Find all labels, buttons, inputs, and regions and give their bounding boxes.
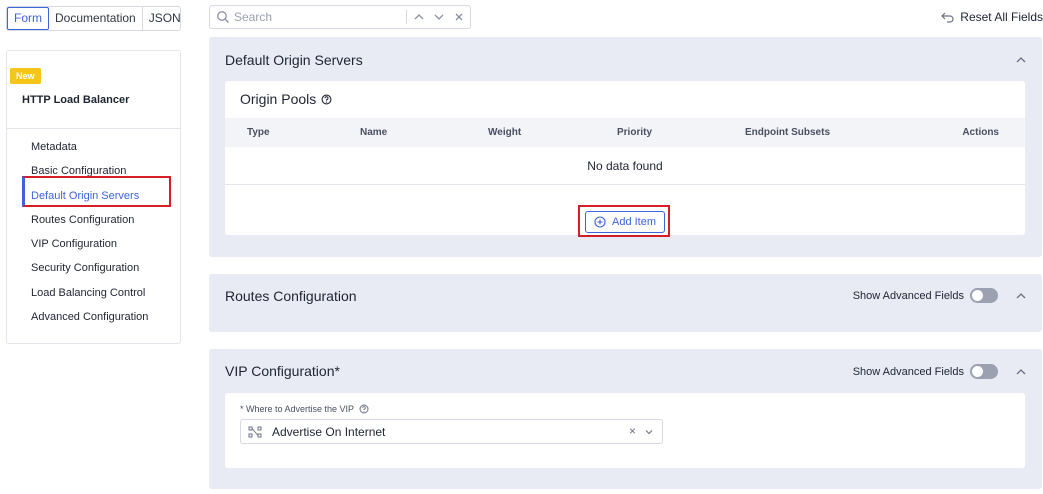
collapse-chevron-icon[interactable] [1014, 365, 1028, 379]
sidebar-divider [7, 128, 180, 129]
field-label: * Where to Advertise the VIP [240, 404, 369, 414]
search-clear-button[interactable] [451, 9, 467, 25]
show-advanced-fields-label: Show Advanced Fields [852, 289, 964, 302]
clear-selection-button[interactable]: × [629, 424, 636, 438]
column-header-priority: Priority [617, 127, 653, 138]
sidebar-item-advanced-configuration[interactable]: Advanced Configuration [7, 305, 180, 329]
highlight-box-sidebar [22, 176, 171, 207]
column-header-endpoint-subsets: Endpoint Subsets [745, 127, 830, 138]
tab-form[interactable]: Form [7, 7, 49, 30]
search-prev-button[interactable] [411, 9, 427, 25]
origin-pools-label: Origin Pools [240, 91, 317, 107]
network-icon [248, 426, 262, 437]
search-separator [406, 10, 407, 24]
field-label-text: * Where to Advertise the VIP [240, 404, 355, 414]
section-vip-configuration: VIP Configuration* Show Advanced Fields … [209, 349, 1042, 489]
help-icon[interactable] [321, 94, 332, 105]
tab-json[interactable]: JSON [143, 7, 187, 30]
sidebar-nav: Metadata Basic Configuration Default Ori… [7, 135, 180, 329]
tab-documentation[interactable]: Documentation [49, 7, 143, 30]
search-next-button[interactable] [431, 9, 447, 25]
select-value: Advertise On Internet [272, 424, 386, 439]
sidebar-item-metadata[interactable]: Metadata [7, 135, 180, 159]
column-header-name: Name [360, 127, 388, 138]
collapse-chevron-icon[interactable] [1014, 53, 1028, 67]
search-icon [217, 11, 229, 23]
sidebar-title: HTTP Load Balancer [22, 94, 130, 106]
search-bar [209, 5, 471, 29]
highlight-box-add-item [578, 205, 670, 237]
chevron-down-icon [434, 14, 444, 20]
section-title: Default Origin Servers [225, 52, 363, 68]
section-title-text: VIP Configuration [225, 363, 335, 379]
reset-label: Reset All Fields [960, 10, 1043, 24]
advertise-vip-select[interactable]: Advertise On Internet × [240, 419, 663, 444]
sidebar-item-load-balancing-control[interactable]: Load Balancing Control [7, 281, 180, 305]
section-title: Routes Configuration [225, 288, 357, 304]
chevron-down-icon[interactable] [644, 427, 654, 437]
column-header-weight: Weight [488, 127, 522, 138]
reset-all-fields-button[interactable]: Reset All Fields [941, 10, 1043, 24]
show-advanced-fields: Show Advanced Fields [853, 288, 998, 303]
show-advanced-fields-toggle[interactable] [970, 364, 998, 379]
sidebar-item-vip-configuration[interactable]: VIP Configuration [7, 232, 180, 256]
close-icon [455, 13, 463, 21]
column-header-type: Type [247, 127, 270, 138]
required-mark: * [334, 363, 340, 379]
search-input[interactable] [234, 10, 394, 24]
show-advanced-fields: Show Advanced Fields [853, 364, 998, 379]
origin-pools-title: Origin Pools [240, 91, 332, 107]
view-tabs: Form Documentation JSON [6, 6, 181, 31]
vip-card: * Where to Advertise the VIP Advertise O… [225, 393, 1025, 468]
chevron-up-icon [414, 14, 424, 20]
new-badge: New [10, 68, 41, 84]
sidebar-item-routes-configuration[interactable]: Routes Configuration [7, 208, 180, 232]
empty-table-message: No data found [225, 147, 1025, 185]
sidebar-item-security-configuration[interactable]: Security Configuration [7, 256, 180, 280]
reset-icon [941, 12, 954, 23]
table-header: Type Name Weight Priority Endpoint Subse… [225, 118, 1025, 147]
show-advanced-fields-toggle[interactable] [970, 288, 998, 303]
collapse-chevron-icon[interactable] [1014, 289, 1028, 303]
show-advanced-fields-label: Show Advanced Fields [852, 365, 964, 378]
help-icon[interactable] [359, 404, 369, 414]
column-header-actions: Actions [962, 127, 999, 138]
section-routes-configuration: Routes Configuration Show Advanced Field… [209, 274, 1042, 332]
section-title: VIP Configuration* [225, 363, 340, 379]
